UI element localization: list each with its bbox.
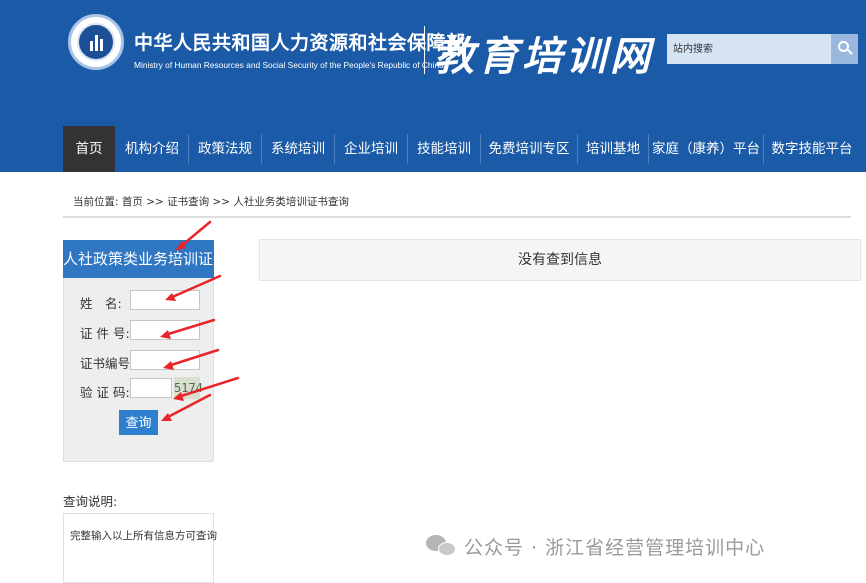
watermark-text: 公众号 · 浙江省经营管理培训中心 [464,536,766,559]
breadcrumb-divider [63,216,851,218]
certificate-number-input[interactable] [130,350,200,370]
nav-item-digital-skills-platform[interactable]: 数字技能平台 [764,126,860,172]
nav-item-system-training[interactable]: 系统培训 [262,126,334,172]
certificate-number-label: 证书编号: [80,356,135,371]
nav-item-skill-training[interactable]: 技能培训 [408,126,480,172]
main-nav: 首页 机构介绍 政策法规 系统培训 企业培训 技能培训 免费培训专区 培训基地 … [0,126,866,172]
query-notes-title: 查询说明: [63,494,118,509]
result-message: 没有查到信息 [259,239,861,281]
query-notes-text: 完整输入以上所有信息方可查询 [70,530,217,542]
query-button[interactable]: 查询 [119,410,158,435]
id-number-label: 证 件 号: [80,326,130,341]
site-search-input[interactable] [667,34,831,64]
captcha-input[interactable] [130,378,172,398]
name-label: 姓 名: [80,296,122,311]
nav-item-about[interactable]: 机构介绍 [116,126,188,172]
nav-item-policy[interactable]: 政策法规 [189,126,261,172]
nav-item-family-care-platform[interactable]: 家庭（康养）平台 [649,126,763,172]
id-number-input[interactable] [130,320,200,340]
ministry-name-cn: 中华人民共和国人力资源和社会保障部 [134,32,466,54]
name-input[interactable] [130,290,200,310]
ministry-emblem-icon[interactable] [68,14,124,70]
title-divider [424,26,425,74]
nav-item-home[interactable]: 首页 [63,126,115,172]
captcha-label: 验 证 码: [80,385,130,400]
wechat-icon [426,533,458,559]
breadcrumb[interactable]: 当前位置: 首页 >> 证书查询 >> 人社业务类培训证书查询 [73,194,349,209]
query-notes-box [63,513,214,583]
nav-item-free-training[interactable]: 免费培训专区 [481,126,577,172]
captcha-image[interactable]: 5174 [174,377,203,399]
search-button[interactable] [831,34,858,64]
ministry-name-en: Ministry of Human Resources and Social S… [134,60,444,70]
nav-item-training-base[interactable]: 培训基地 [578,126,648,172]
watermark: 公众号 · 浙江省经营管理培训中心 [426,532,765,560]
query-panel-title: 人社政策类业务培训证书查 [63,240,214,278]
site-title: 教育培训网 [434,33,654,80]
nav-item-enterprise-training[interactable]: 企业培训 [335,126,407,172]
